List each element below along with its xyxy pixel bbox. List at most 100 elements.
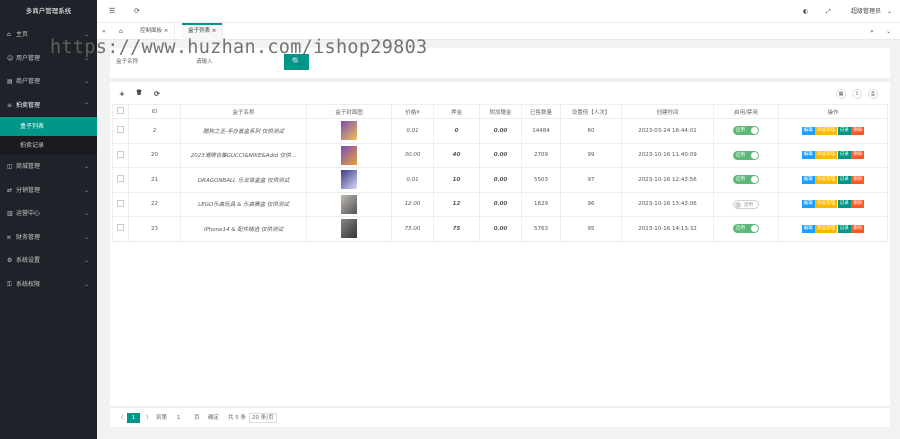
- tab-box-list[interactable]: 盒子列表 ×: [182, 23, 224, 40]
- filter-label: 盒子名称: [116, 59, 139, 65]
- sidebar-item-6[interactable]: ▥ 运营中心 ⌄: [0, 202, 97, 226]
- tabs-prev-icon[interactable]: «: [102, 23, 106, 40]
- status-toggle[interactable]: 启用: [733, 150, 759, 160]
- op-button-3[interactable]: 删除: [851, 200, 865, 209]
- add-button[interactable]: +: [119, 90, 125, 98]
- goto-page-input[interactable]: 1: [177, 413, 181, 423]
- op-button-0[interactable]: 编辑: [801, 200, 815, 209]
- fullscreen-icon[interactable]: ⤢: [826, 0, 831, 23]
- cell-sold: 2709: [521, 142, 561, 168]
- sidebar-item-label: 分销管理: [16, 186, 41, 194]
- op-button-0[interactable]: 编辑: [801, 126, 815, 135]
- box-name-input[interactable]: 请输入: [196, 55, 286, 69]
- op-button-1[interactable]: 商品管理: [815, 126, 838, 135]
- status-toggle[interactable]: 启用: [733, 126, 759, 136]
- refresh-button[interactable]: ⟳: [154, 90, 160, 98]
- sidebar-subitem-0[interactable]: 盒子列表: [0, 117, 97, 136]
- sidebar-item-5[interactable]: ⇄ 分销管理 ⌄: [0, 179, 97, 203]
- op-button-0[interactable]: 编辑: [801, 224, 815, 233]
- row-checkbox[interactable]: [112, 216, 129, 242]
- sidebar-subitem-1[interactable]: 拍卖记录: [0, 136, 97, 155]
- cover-image: [341, 219, 357, 239]
- op-button-2[interactable]: 记录: [837, 224, 851, 233]
- cell-bonus: 0.00: [479, 191, 522, 217]
- tabs-menu-icon[interactable]: ⌄: [886, 23, 891, 40]
- money-icon: ¤: [7, 233, 11, 241]
- op-button-3[interactable]: 删除: [851, 126, 865, 135]
- home-tab-icon[interactable]: ⌂: [119, 23, 123, 40]
- chevron-icon: ⌄: [83, 280, 89, 288]
- status-toggle[interactable]: 禁用: [733, 199, 759, 209]
- column-header: 押金: [433, 104, 480, 119]
- op-button-1[interactable]: 商品管理: [815, 224, 838, 233]
- cell-created: 2023-10-16 12:43:56: [621, 167, 714, 193]
- tab-dashboard[interactable]: 控制面板 ×: [134, 23, 176, 40]
- lock-icon: ⚿: [7, 280, 12, 288]
- op-button-2[interactable]: 记录: [837, 200, 851, 209]
- column-header: 创建时间: [621, 104, 714, 119]
- sidebar-item-1[interactable]: ☺ 用户管理 ⌄: [0, 47, 97, 71]
- refresh-icon[interactable]: ⟳: [134, 0, 140, 23]
- prev-page-button[interactable]: 〈: [118, 413, 124, 423]
- table-row[interactable]: 22 LEGO乐高玩具 & 乐高赛盒 仅供测试 12.00 12 0.00 1829 96 2…: [112, 191, 888, 217]
- cell-deposit: 12: [433, 191, 480, 217]
- sidebar-item-9[interactable]: ⚿ 系统权限 ⌄: [0, 273, 97, 297]
- sidebar-item-label: 拍卖管理: [16, 101, 41, 109]
- row-checkbox[interactable]: [112, 191, 129, 217]
- row-checkbox[interactable]: [112, 142, 129, 168]
- op-button-3[interactable]: 删除: [851, 151, 865, 160]
- select-all-checkbox[interactable]: [112, 104, 129, 119]
- sidebar-item-4[interactable]: ◫ 商城管理 ⌄: [0, 155, 97, 179]
- op-button-1[interactable]: 商品管理: [815, 175, 838, 184]
- op-button-3[interactable]: 删除: [851, 224, 865, 233]
- home-icon: ⌂: [7, 31, 11, 38]
- next-page-button[interactable]: 〉: [146, 413, 152, 423]
- op-button-0[interactable]: 编辑: [801, 151, 815, 160]
- cell-status: 启用: [713, 216, 779, 242]
- theme-icon[interactable]: ◐: [803, 0, 808, 23]
- op-button-2[interactable]: 记录: [837, 151, 851, 160]
- column-header: 已售数量: [521, 104, 561, 119]
- row-checkbox[interactable]: [112, 167, 129, 193]
- op-button-2[interactable]: 记录: [837, 175, 851, 184]
- sidebar-item-3[interactable]: ≡ 拍卖管理 ⌃: [0, 94, 97, 118]
- sidebar-item-label: 财务管理: [16, 233, 41, 241]
- print-icon[interactable]: ⎙: [868, 89, 878, 99]
- op-button-1[interactable]: 商品管理: [815, 151, 838, 160]
- column-header: 设置倍【人次】: [560, 104, 622, 119]
- sidebar-item-2[interactable]: ▤ 商户管理 ⌄: [0, 70, 97, 94]
- op-button-1[interactable]: 商品管理: [815, 200, 838, 209]
- status-toggle[interactable]: 启用: [733, 175, 759, 185]
- op-button-3[interactable]: 删除: [851, 175, 865, 184]
- chevron-icon: ⌃: [83, 101, 89, 109]
- search-button[interactable]: 🔍: [284, 54, 309, 70]
- delete-button[interactable]: 🗑: [136, 90, 142, 96]
- chevron-down-icon[interactable]: ⌄: [887, 0, 892, 23]
- op-button-2[interactable]: 记录: [837, 126, 851, 135]
- export-icon[interactable]: ⇩: [852, 89, 862, 99]
- account-menu[interactable]: 超级管理员: [851, 0, 881, 23]
- status-toggle[interactable]: 启用: [733, 224, 759, 234]
- sidebar-item-0[interactable]: ⌂ 主页 ⌄: [0, 23, 97, 47]
- table-row[interactable]: 2 酷狗之王-手办盲盒系列 仅供测试 0.01 0 0.00 14484 60 2023-03…: [112, 118, 888, 144]
- columns-icon[interactable]: ▦: [836, 89, 846, 99]
- goto-confirm-button[interactable]: 确定: [208, 413, 219, 423]
- table-row[interactable]: 21 DRAGONBALL 乐龙珠盒盒 仅供测试 0.01 10 0.00 5503 97 2…: [112, 167, 888, 193]
- sidebar-item-8[interactable]: ⚙ 系统设置 ⌄: [0, 249, 97, 273]
- column-header: 附加赠金: [479, 104, 522, 119]
- menu-toggle-icon[interactable]: ☰: [109, 0, 115, 23]
- table-row[interactable]: 20 2023潮牌合集GUCCI&NIKE&Adid 仅供… 30.00 40 0.00…: [112, 142, 888, 168]
- tabs-next-icon[interactable]: »: [870, 23, 874, 40]
- cell-actions: 编辑 商品管理 记录 删除: [778, 167, 888, 193]
- column-header[interactable]: ID: [128, 104, 181, 119]
- table-row[interactable]: 23 iPhone14 & 配件精选 仅供测试 75.00 75 0.00 5763 95 2…: [112, 216, 888, 242]
- row-checkbox[interactable]: [112, 118, 129, 144]
- current-page[interactable]: 1: [127, 413, 140, 423]
- cell-created: 2023-10-16 14:13:32: [621, 216, 714, 242]
- user-icon: ☺: [7, 54, 14, 62]
- column-header: 盒子名称: [180, 104, 307, 119]
- sidebar-item-7[interactable]: ¤ 财务管理 ⌄: [0, 226, 97, 250]
- cell-cover: [306, 216, 392, 242]
- op-button-0[interactable]: 编辑: [801, 175, 815, 184]
- page-size-select[interactable]: 20 条/页: [249, 413, 277, 423]
